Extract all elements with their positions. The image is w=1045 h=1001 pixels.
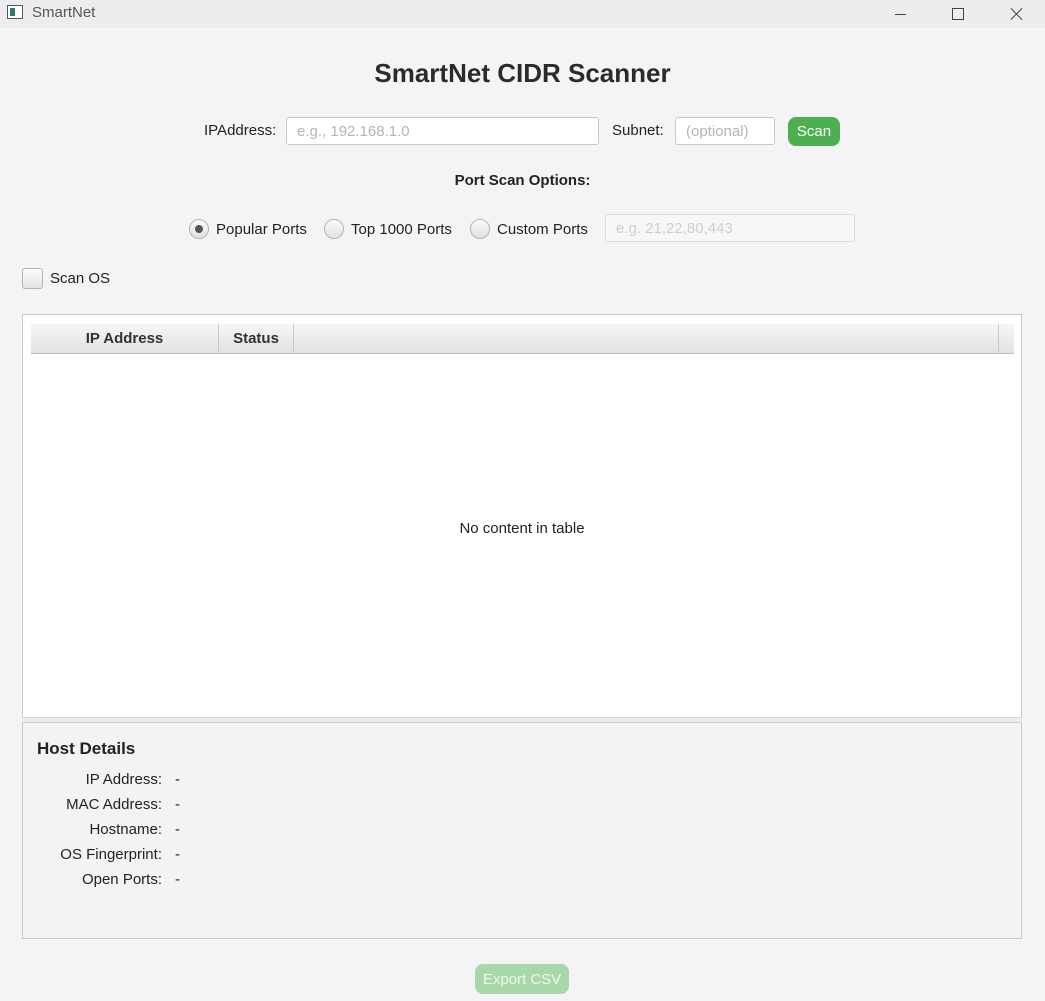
- table-header: IP Address Status: [31, 324, 1014, 354]
- custom-ports-label: Custom Ports: [497, 221, 588, 238]
- port-scan-options-label: Port Scan Options:: [454, 172, 591, 189]
- subnet-label: Subnet:: [612, 122, 664, 139]
- top-1000-ports-label: Top 1000 Ports: [351, 221, 452, 238]
- ip-address-label: IPAddress:: [204, 122, 277, 139]
- detail-value-os-fingerprint: -: [175, 846, 180, 863]
- detail-label-open-ports: Open Ports:: [81, 871, 162, 888]
- custom-ports-radio[interactable]: [470, 219, 490, 239]
- scan-os-checkbox[interactable]: [22, 268, 43, 289]
- page-title: SmartNet CIDR Scanner: [374, 58, 671, 88]
- detail-label-hostname: Hostname:: [89, 821, 162, 838]
- close-icon: [1010, 7, 1024, 21]
- scan-button[interactable]: Scan: [788, 117, 840, 146]
- detail-value-mac-address: -: [175, 796, 180, 813]
- app-window: SmartNet SmartNet CIDR Scanner IPAddress…: [0, 0, 1045, 1001]
- ip-address-input[interactable]: [286, 117, 599, 145]
- detail-label-os-fingerprint: OS Fingerprint:: [60, 846, 162, 863]
- results-table[interactable]: IP Address Status No content in table: [22, 314, 1022, 718]
- detail-label-mac-address: MAC Address:: [66, 796, 162, 813]
- top-1000-ports-radio[interactable]: [324, 219, 344, 239]
- minimize-button[interactable]: [877, 0, 923, 28]
- detail-label-ip-address: IP Address:: [85, 771, 162, 788]
- export-csv-button[interactable]: Export CSV: [475, 964, 569, 994]
- subnet-input[interactable]: [675, 117, 775, 145]
- close-button[interactable]: [994, 0, 1040, 28]
- title-bar: SmartNet: [0, 0, 1045, 28]
- popular-ports-label: Popular Ports: [216, 221, 307, 238]
- scan-os-label: Scan OS: [50, 270, 111, 287]
- app-window-icon: [7, 5, 23, 19]
- detail-value-ip-address: -: [175, 771, 180, 788]
- column-header-status[interactable]: Status: [219, 324, 294, 353]
- column-menu-corner[interactable]: [999, 324, 1014, 353]
- minimize-icon: [894, 13, 906, 15]
- host-details-title: Host Details: [37, 739, 136, 758]
- table-empty-message: No content in table: [459, 520, 585, 537]
- column-header-ip-address[interactable]: IP Address: [31, 324, 219, 353]
- maximize-button[interactable]: [935, 0, 981, 28]
- popular-ports-radio[interactable]: [189, 219, 209, 239]
- window-title: SmartNet: [32, 4, 96, 21]
- detail-value-hostname: -: [175, 821, 180, 838]
- host-details-panel: Host Details IP Address: - MAC Address: …: [22, 723, 1022, 939]
- custom-ports-input[interactable]: [605, 214, 855, 242]
- detail-value-open-ports: -: [175, 871, 180, 888]
- maximize-icon: [952, 8, 964, 20]
- column-header-filler: [294, 324, 999, 353]
